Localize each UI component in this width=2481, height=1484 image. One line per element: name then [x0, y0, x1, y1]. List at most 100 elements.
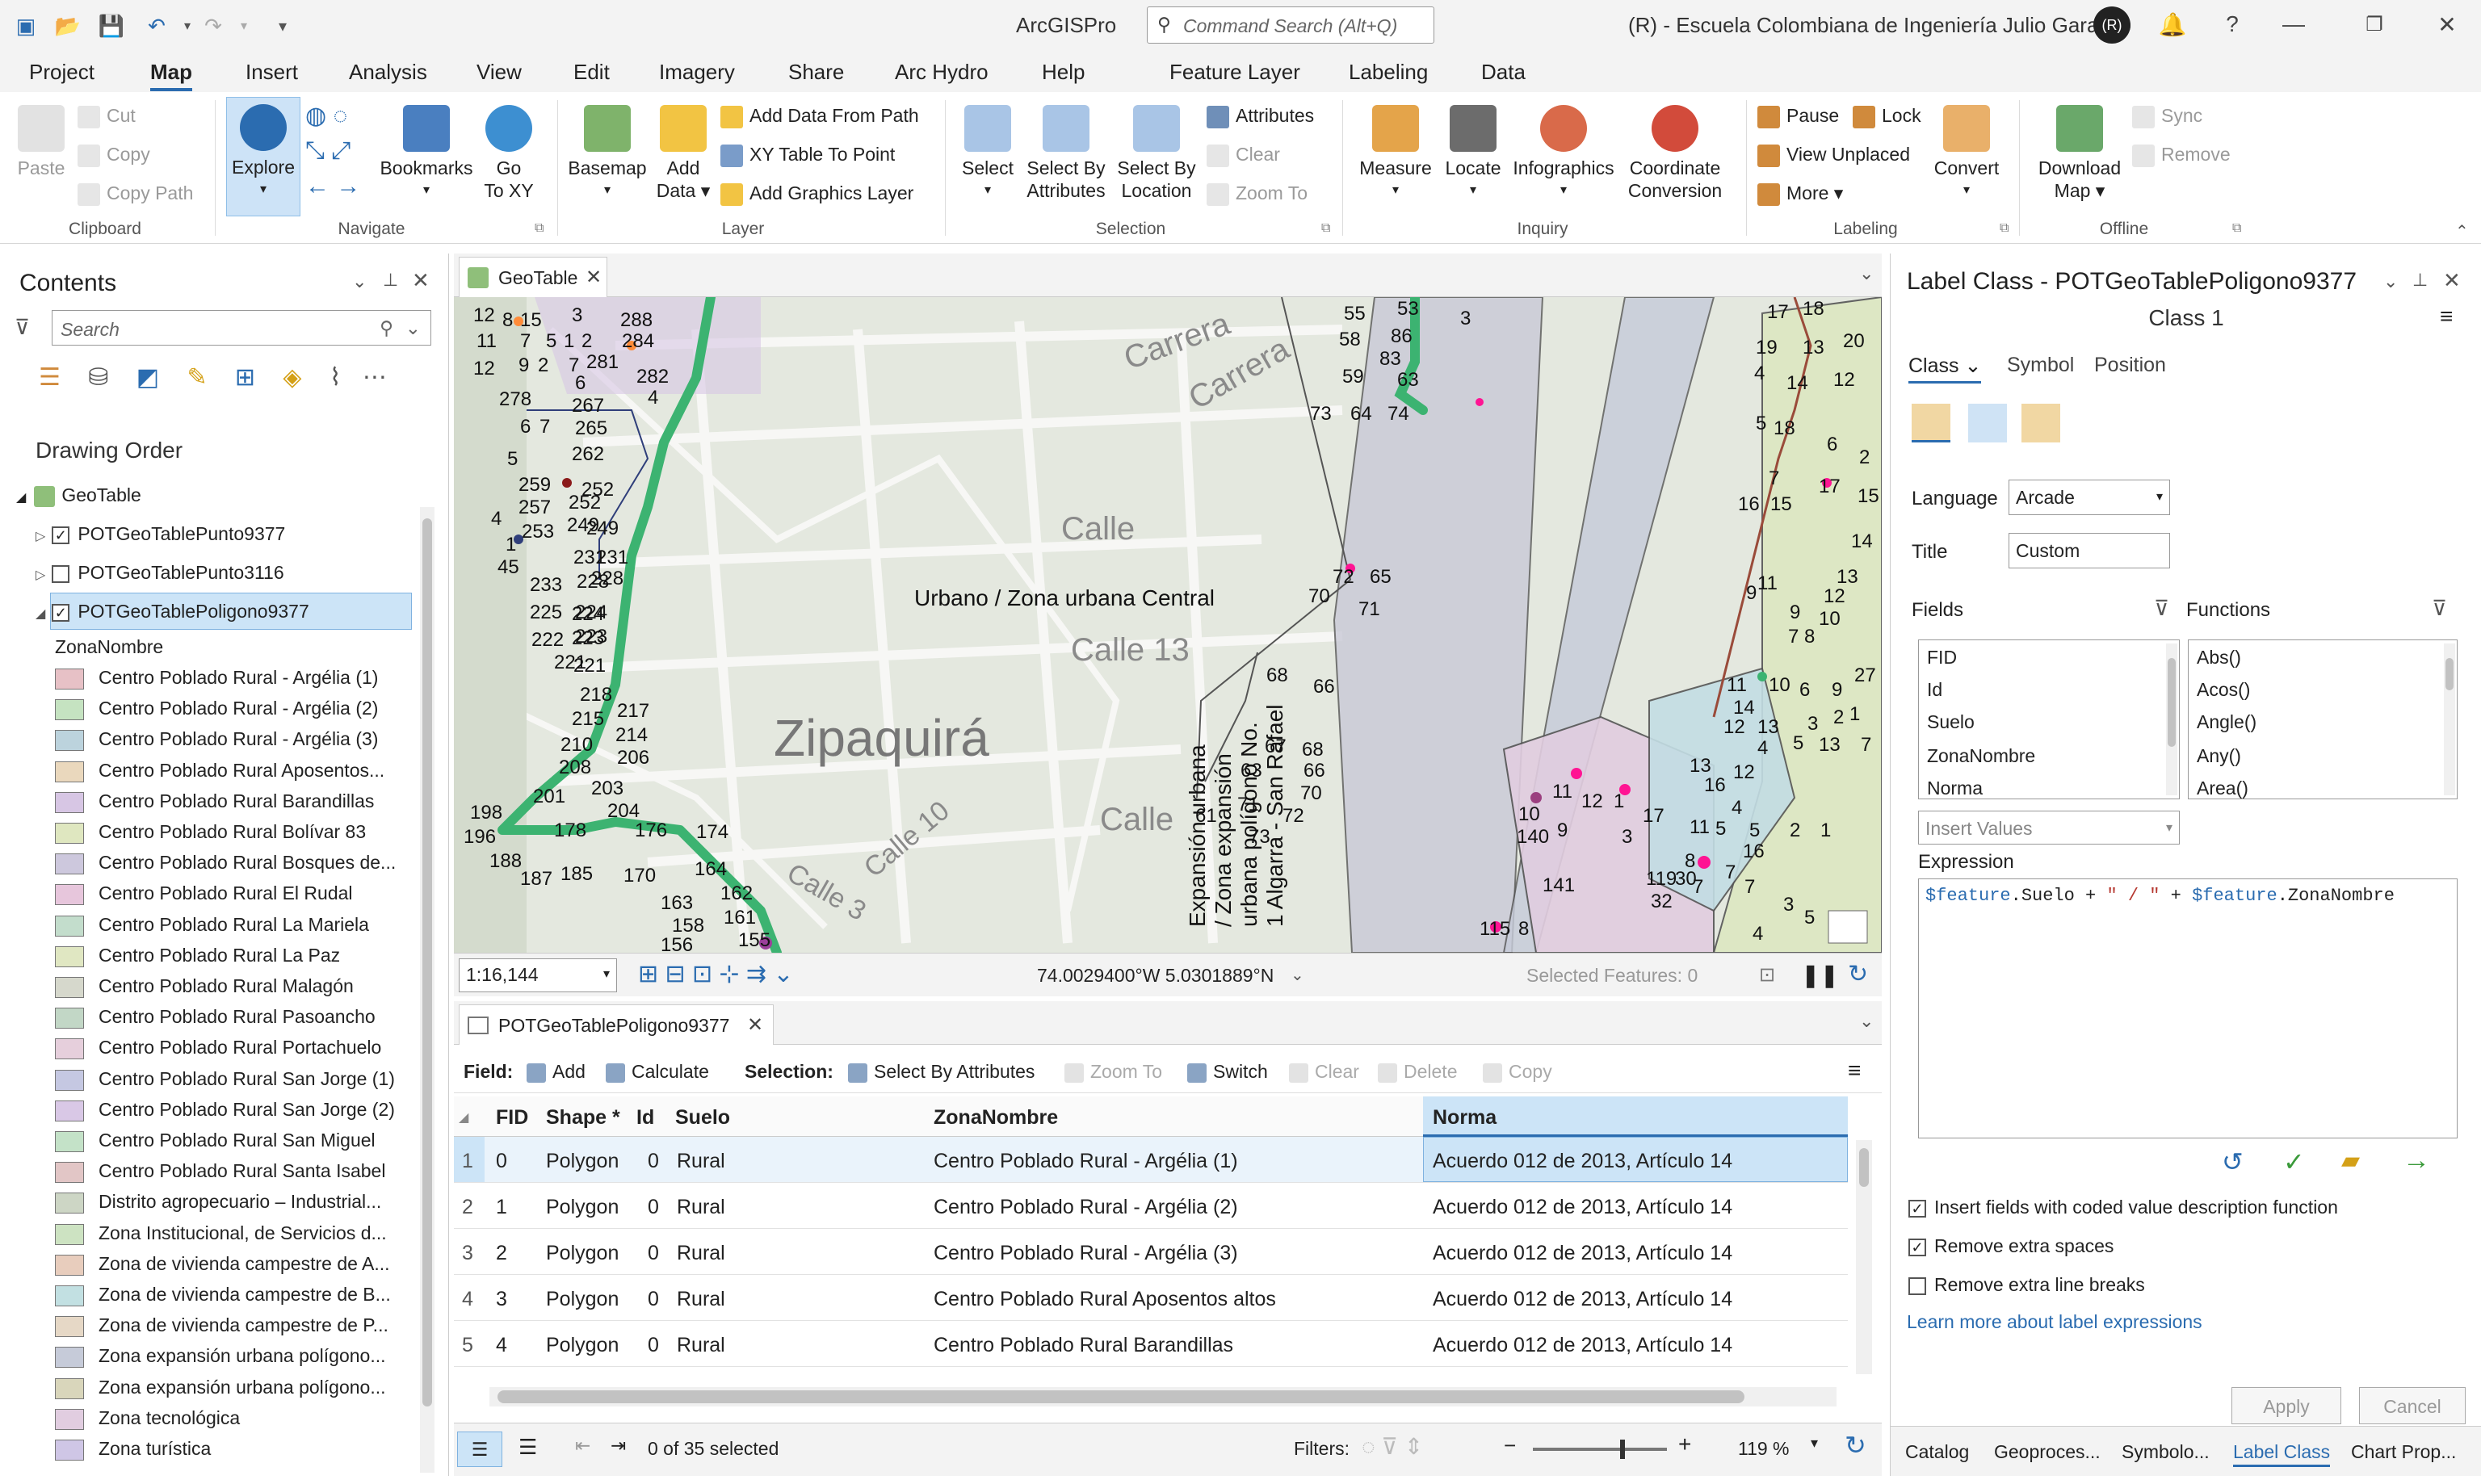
locate-button[interactable]: Locate ▾ — [1439, 105, 1507, 202]
select-by-attributes-button[interactable]: Select By Attributes — [1021, 105, 1111, 202]
table-row[interactable]: 4 3 Polygon 0 Rural Centro Poblado Rural Apos… — [454, 1275, 1848, 1321]
help-icon[interactable]: ? — [2216, 8, 2248, 40]
legend-item[interactable]: Centro Poblado Rural San Jorge (1) — [55, 1068, 395, 1091]
field-item[interactable]: ZonaNombre — [1927, 745, 2035, 767]
coordinate-format-dropdown[interactable]: ⌄ — [1291, 965, 1304, 985]
layer-item-punto3116[interactable]: ▷ POTGeoTablePunto3116 — [36, 562, 284, 584]
expand-icon[interactable]: ▷ — [36, 568, 45, 582]
zoom-out-icon[interactable]: − — [1504, 1433, 1516, 1458]
sql-query-icon[interactable] — [1968, 404, 2007, 442]
xy-table-to-point-button[interactable]: XY Table To Point — [720, 144, 895, 167]
selection-launcher-icon[interactable]: ⧉ — [1321, 221, 1330, 236]
list-by-perspective-icon[interactable]: ⌇ — [330, 364, 342, 391]
table-vertical-scrollbar[interactable] — [1856, 1140, 1872, 1374]
cancel-button[interactable]: Cancel — [2359, 1387, 2466, 1424]
legend-swatch[interactable] — [55, 1008, 84, 1029]
contents-menu-icon[interactable]: ⌄ — [352, 271, 367, 292]
close-pane-icon[interactable]: ✕ — [2443, 268, 2461, 293]
calculate-field-button[interactable]: Calculate — [606, 1061, 709, 1083]
list-by-editing-icon[interactable]: ✎ — [187, 364, 207, 391]
lock-labeling-button[interactable]: Lock — [1853, 105, 1921, 128]
legend-swatch[interactable] — [55, 1377, 84, 1399]
layout-icon[interactable]: ⊡ — [1759, 963, 1775, 987]
tab-feature-layer[interactable]: Feature Layer — [1169, 60, 1300, 85]
fixed-zoom-icon[interactable]: ⤡ ⤢ — [305, 137, 351, 165]
tab-label-class[interactable]: Label Class — [2233, 1441, 2331, 1467]
legend-swatch[interactable] — [55, 915, 84, 937]
column-header[interactable]: Norma — [1433, 1106, 1497, 1130]
function-item[interactable]: Acos() — [2197, 679, 2250, 701]
convert-button[interactable]: Convert ▾ — [1922, 105, 2011, 202]
tab-labeling[interactable]: Labeling — [1349, 60, 1428, 85]
visibility-range-icon[interactable] — [2021, 404, 2060, 442]
explore-button[interactable]: Explore ▾ — [226, 97, 300, 216]
open-folder-icon[interactable]: 📂 — [53, 11, 82, 40]
function-item[interactable]: Angle() — [2197, 711, 2256, 733]
coordinate-conversion-button[interactable]: Coordinate Conversion — [1622, 105, 1728, 202]
pause-drawing-icon[interactable]: ❚❚ — [1801, 962, 1839, 988]
zoom-to-button[interactable]: Zoom To — [1064, 1061, 1162, 1083]
column-header[interactable]: FID — [496, 1106, 528, 1130]
remove-button[interactable]: Remove — [2132, 144, 2231, 167]
insert-values-dropdown[interactable]: Insert Values ▾ — [1918, 811, 2180, 845]
zoom-slider-thumb[interactable] — [1620, 1440, 1625, 1459]
first-record-icon[interactable]: ⇤ — [575, 1435, 590, 1457]
zoom-dropdown-icon[interactable]: ▾ — [1811, 1435, 1818, 1452]
download-map-button[interactable]: Download Map ▾ — [2027, 105, 2132, 202]
legend-item[interactable]: Zona expansión urbana polígono... — [55, 1377, 386, 1399]
legend-item[interactable]: Zona turística — [55, 1438, 211, 1461]
legend-item[interactable]: Centro Poblado Rural El Rudal — [55, 882, 353, 906]
previous-next-extent-icon[interactable]: ← → — [305, 173, 360, 200]
legend-swatch[interactable] — [55, 1223, 84, 1245]
legend-swatch[interactable] — [55, 1285, 84, 1306]
tab-class[interactable]: Class ⌄ — [1908, 354, 1982, 384]
last-record-icon[interactable]: ⇥ — [611, 1435, 626, 1457]
scale-selector[interactable]: 1:16,144 ▾ — [459, 958, 617, 992]
clear-expression-icon[interactable]: ↺ — [2222, 1147, 2244, 1177]
scrollbar-thumb[interactable] — [422, 518, 432, 1406]
layer-visibility-checkbox[interactable]: ✓ — [52, 603, 70, 622]
expand-icon[interactable]: ▷ — [36, 530, 45, 543]
legend-item[interactable]: Zona de vivienda campestre de P... — [55, 1314, 388, 1338]
column-header[interactable]: Shape * — [546, 1106, 620, 1130]
select-all-icon[interactable]: ◢ — [459, 1109, 468, 1126]
save-icon[interactable]: 💾 — [97, 11, 126, 40]
column-header[interactable]: Id — [636, 1106, 654, 1130]
clear-selection-button[interactable]: Clear — [1207, 144, 1280, 167]
filter-icon[interactable]: ⊽ — [15, 315, 30, 340]
legend-item[interactable]: Centro Poblado Rural - Argélia (2) — [55, 698, 378, 721]
infographics-button[interactable]: Infographics ▾ — [1509, 105, 1618, 202]
tab-share[interactable]: Share — [788, 60, 844, 85]
remove-spaces-checkbox[interactable]: ✓ — [1908, 1238, 1926, 1256]
scrollbar-thumb[interactable] — [2445, 658, 2454, 690]
legend-swatch[interactable] — [55, 822, 84, 844]
column-header[interactable]: ZonaNombre — [934, 1106, 1058, 1130]
filter-icons[interactable]: ◌ ⊽ ⇕ — [1362, 1433, 1423, 1460]
function-item[interactable]: Abs() — [2197, 647, 2241, 669]
field-item[interactable]: Norma — [1927, 778, 1983, 799]
legend-item[interactable]: Distrito agropecuario – Industrial... — [55, 1191, 381, 1214]
legend-swatch[interactable] — [55, 1408, 84, 1430]
legend-item[interactable]: Zona de vivienda campestre de B... — [55, 1284, 391, 1306]
search-dropdown-icon[interactable]: ⌄ — [405, 317, 421, 339]
layer-item-punto9377[interactable]: ▷ ✓ POTGeoTablePunto9377 — [36, 523, 285, 545]
tab-project[interactable]: Project — [29, 60, 94, 85]
verify-expression-icon[interactable]: ✓ — [2283, 1147, 2305, 1177]
title-input[interactable]: Custom — [2009, 533, 2170, 568]
undo-dropdown-icon[interactable]: ▾ — [173, 11, 202, 40]
fields-filter-icon[interactable]: ⊽ — [2154, 596, 2169, 621]
undo-icon[interactable]: ↶ — [142, 11, 171, 40]
measure-button[interactable]: Measure ▾ — [1350, 105, 1441, 202]
table-menu-icon[interactable]: ≡ — [1848, 1058, 1861, 1084]
field-item[interactable]: Suelo — [1927, 711, 1975, 733]
zoom-slider[interactable] — [1533, 1440, 1667, 1459]
layer-visibility-checkbox[interactable]: ✓ — [52, 526, 70, 544]
tab-map[interactable]: Map — [150, 60, 192, 91]
legend-swatch[interactable] — [55, 668, 84, 690]
add-graphics-layer-button[interactable]: Add Graphics Layer — [720, 182, 913, 206]
collapse-icon[interactable]: ◢ — [16, 491, 26, 505]
customize-qat-icon[interactable]: ▾ — [268, 11, 297, 40]
legend-item[interactable]: Centro Poblado Rural - Argélia (3) — [55, 728, 378, 752]
legend-item[interactable]: Zona tecnológica — [55, 1407, 240, 1430]
legend-swatch[interactable] — [55, 699, 84, 721]
